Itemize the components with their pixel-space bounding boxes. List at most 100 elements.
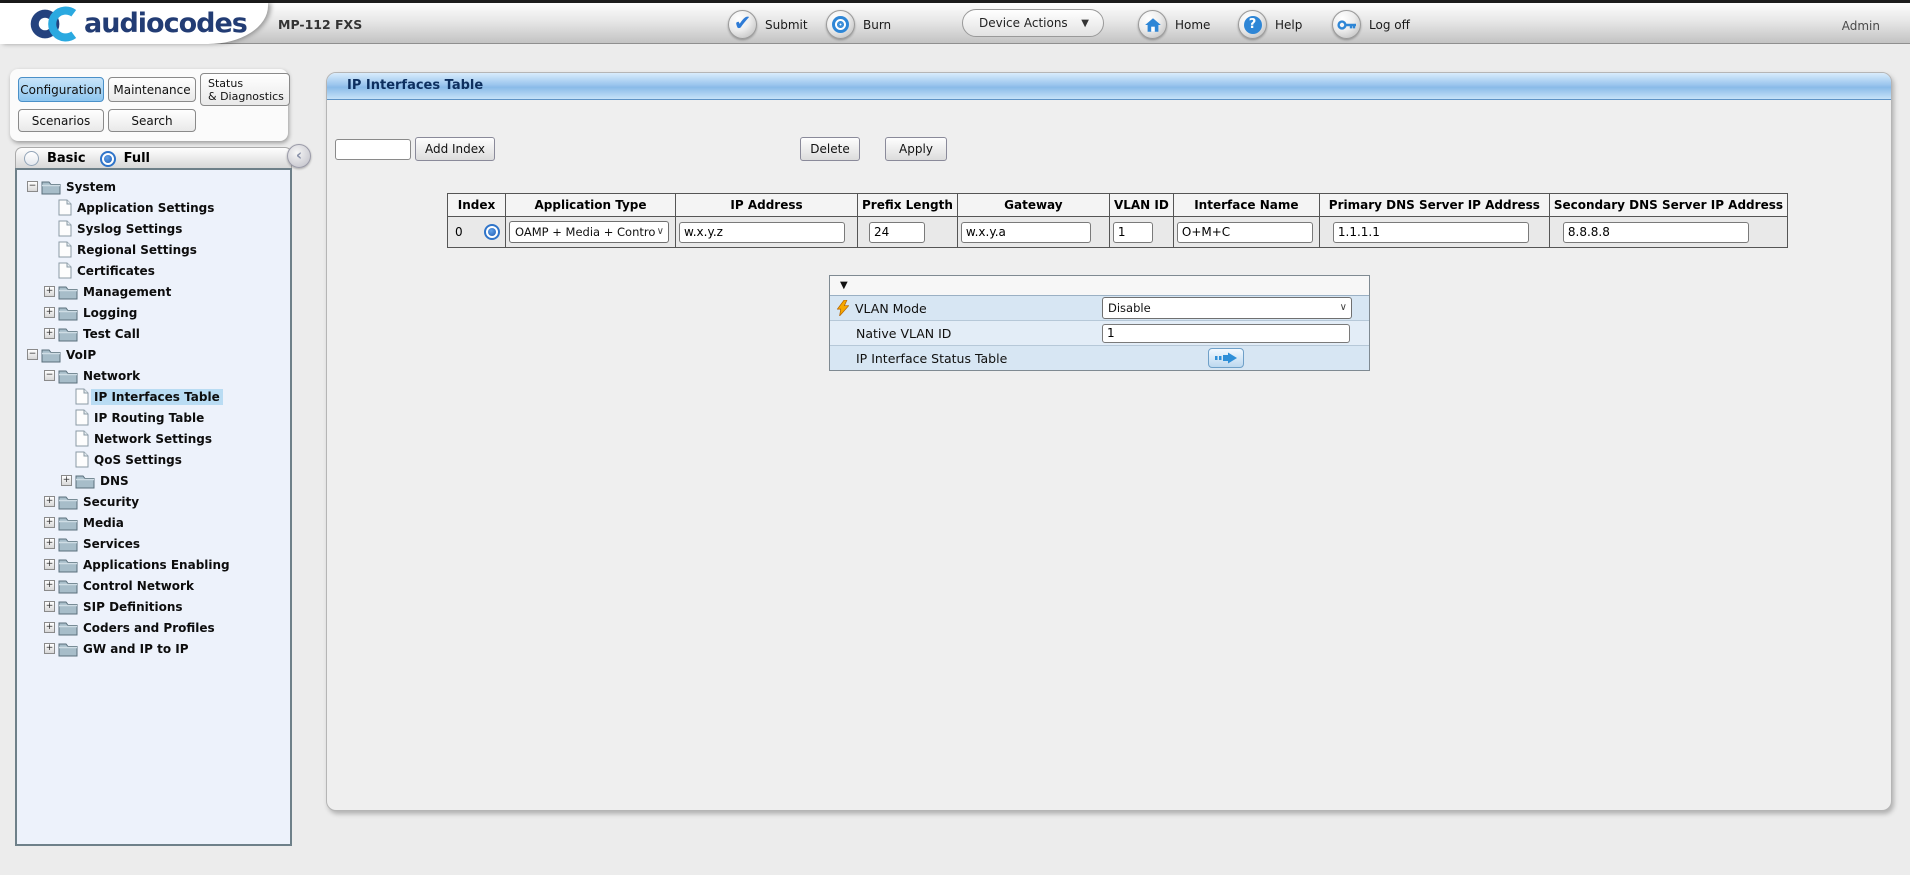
vlan_id-input[interactable] [1113,222,1153,243]
tree-expand-icon[interactable]: + [44,328,55,339]
tree-expand-icon[interactable]: + [44,307,55,318]
logo-wordmark: audiocodes [84,8,247,39]
add-index-button[interactable]: Add Index [415,137,495,161]
burn-button[interactable]: Burn [826,10,891,39]
secondary_dns-input[interactable] [1563,222,1749,243]
device-actions-dropdown[interactable]: Device Actions ▼ [962,9,1104,37]
tree-item: + Control Network [17,575,290,596]
tree-collapse-icon[interactable]: − [27,349,38,360]
vlan-settings-subpanel: ▼ VLAN ModeDisable∨Native VLAN IDIP Inte… [829,275,1370,371]
tree-item: IP Routing Table [17,407,290,428]
tree-collapse-icon[interactable]: − [27,181,38,192]
key-icon [1332,10,1361,39]
help-button[interactable]: ? Help [1238,10,1302,39]
logoff-button[interactable]: Log off [1332,10,1410,39]
ip-interface-status-table-arrow-button[interactable] [1208,348,1244,368]
ip_address-input[interactable] [679,222,845,243]
tree-item-label[interactable]: Security [80,494,142,510]
tree-item: + GW and IP to IP [17,638,290,659]
tree-item-label[interactable]: IP Routing Table [91,410,207,426]
tree-item-label[interactable]: Media [80,515,127,531]
sidebar-tabs-container: Configuration Maintenance Status & Diagn… [10,69,288,141]
home-label: Home [1175,18,1210,32]
tree-item-label[interactable]: Applications Enabling [80,557,233,573]
gateway-input[interactable] [961,222,1091,243]
prefix_length-input[interactable] [869,222,925,243]
application_type-select[interactable]: OAMP + Media + Contro∨ [509,221,669,243]
tree-expand-icon[interactable]: + [44,286,55,297]
document-icon [75,409,89,426]
tree-item: Network Settings [17,428,290,449]
tree-item-label[interactable]: QoS Settings [91,452,185,468]
tab-maintenance[interactable]: Maintenance [108,77,196,102]
page-title: IP Interfaces Table [327,73,1891,100]
folder-icon [58,641,78,657]
delete-button[interactable]: Delete [800,137,860,161]
tree-expand-icon[interactable]: + [61,475,72,486]
subpanel-row-control [1102,348,1369,368]
tree-expand-icon[interactable]: + [44,538,55,549]
document-icon [58,220,72,237]
tab-search[interactable]: Search [108,109,196,132]
tree-item: Application Settings [17,197,290,218]
primary_dns-input[interactable] [1333,222,1529,243]
tree-item-label[interactable]: SIP Definitions [80,599,186,615]
index-input[interactable] [335,139,411,160]
tree-collapse-icon[interactable]: − [44,370,55,381]
full-radio[interactable] [100,151,116,167]
tree-item: + DNS [17,470,290,491]
tree-item-label[interactable]: Network [80,368,143,384]
tab-scenarios[interactable]: Scenarios [18,109,104,132]
column-header: Application Type [506,194,676,217]
application_type-value: OAMP + Media + Contro [515,225,655,239]
tree-expand-icon[interactable]: + [44,517,55,528]
folder-icon [58,599,78,615]
vlan-mode-select[interactable]: Disable∨ [1102,297,1352,319]
tree-item-label[interactable]: DNS [97,473,132,489]
row-select-radio[interactable] [484,224,500,240]
subpanel-label-text: IP Interface Status Table [856,351,1007,366]
native-vlan-id-input[interactable] [1102,324,1350,343]
tree-item: Regional Settings [17,239,290,260]
tree-item-label[interactable]: Management [80,284,174,300]
tree-expand-icon[interactable]: + [44,601,55,612]
table-row: 0OAMP + Media + Contro∨ [448,217,1788,248]
tree-item-label[interactable]: Logging [80,305,140,321]
apply-button[interactable]: Apply [885,137,947,161]
tab-status-diagnostics[interactable]: Status & Diagnostics [200,73,290,106]
tree-expand-icon[interactable]: + [44,496,55,507]
tree-item: + Security [17,491,290,512]
tab-status-line1: Status [208,77,243,90]
tree-item-label[interactable]: Syslog Settings [74,221,185,237]
interface_name-input[interactable] [1177,222,1313,243]
collapse-caret-icon[interactable]: ▼ [840,280,848,291]
tree-item-label[interactable]: Regional Settings [74,242,200,258]
tree-expand-icon[interactable]: + [44,643,55,654]
subpanel-label-text: Native VLAN ID [856,326,951,341]
tree-expand-icon[interactable]: + [44,580,55,591]
tree-item-label[interactable]: Services [80,536,143,552]
tree-item-label[interactable]: Network Settings [91,431,215,447]
restart-required-flash-icon [837,300,849,316]
tree-item-label[interactable]: Coders and Profiles [80,620,218,636]
tree-item-label[interactable]: VoIP [63,347,99,363]
folder-icon [58,326,78,342]
tree-item-label[interactable]: System [63,179,119,195]
sidebar-collapse-button[interactable]: ‹ [287,144,311,168]
home-icon [1138,10,1167,39]
tab-configuration[interactable]: Configuration [18,77,104,102]
tree-item-label[interactable]: GW and IP to IP [80,641,192,657]
submit-button[interactable]: ✔ Submit [728,10,808,39]
tree-item: + Services [17,533,290,554]
home-button[interactable]: Home [1138,10,1210,39]
tree-item-label[interactable]: Certificates [74,263,158,279]
vlan_id-cell [1109,217,1173,248]
tree-expand-icon[interactable]: + [44,559,55,570]
basic-radio[interactable] [24,151,39,166]
tree-expand-icon[interactable]: + [44,622,55,633]
submit-check-icon: ✔ [728,10,757,39]
tree-item-label[interactable]: Control Network [80,578,197,594]
tree-item-label[interactable]: Application Settings [74,200,217,216]
tree-item-label[interactable]: IP Interfaces Table [91,389,223,405]
tree-item-label[interactable]: Test Call [80,326,143,342]
